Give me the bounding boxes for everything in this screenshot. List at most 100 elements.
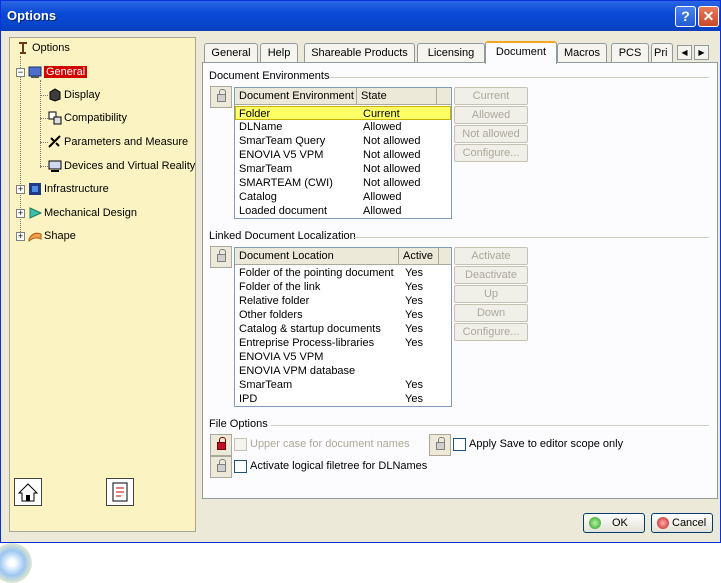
mechanical-expand-icon[interactable]: +: [16, 209, 25, 218]
mechanical-design-icon: [28, 206, 43, 220]
help-button[interactable]: ?: [675, 6, 696, 27]
doc-env-lock-button[interactable]: [210, 86, 232, 108]
cell-state: Current: [363, 108, 400, 120]
cell-location: Catalog & startup documents: [239, 323, 381, 335]
tree-root[interactable]: Options: [16, 40, 70, 56]
tree-settings-icon[interactable]: [106, 478, 134, 506]
not-allowed-button[interactable]: Not allowed: [454, 125, 528, 143]
tree-item-devices[interactable]: Devices and Virtual Reality: [48, 158, 195, 174]
tree-item-parameters[interactable]: Parameters and Measure: [48, 134, 188, 150]
options-root-icon: [16, 41, 30, 55]
upper-case-checkbox[interactable]: [234, 438, 247, 451]
tree-root-label: Options: [32, 42, 70, 54]
tree-item-infrastructure[interactable]: Infrastructure: [28, 181, 109, 197]
tree-item-general[interactable]: General: [28, 64, 88, 80]
tree-home-icon[interactable]: [14, 478, 42, 506]
cell-location: SmarTeam: [239, 379, 293, 391]
configure-env-button[interactable]: Configure...: [454, 144, 528, 162]
tab-pri[interactable]: Pri: [651, 43, 673, 63]
tree-item-mechanical-design[interactable]: Mechanical Design: [28, 205, 137, 221]
tab-general[interactable]: General: [204, 43, 258, 63]
ok-label: OK: [612, 517, 628, 529]
lock-icon: [217, 249, 226, 262]
infrastructure-expand-icon[interactable]: +: [16, 185, 25, 194]
logical-filetree-checkbox[interactable]: [234, 460, 247, 473]
cell-state: Allowed: [363, 191, 402, 203]
col-active[interactable]: Active: [399, 248, 439, 265]
upper-case-lock-button[interactable]: [210, 434, 232, 456]
up-button[interactable]: Up: [454, 285, 528, 303]
col-document-location[interactable]: Document Location: [235, 248, 399, 265]
cancel-icon: [657, 517, 669, 529]
tab-strip: General Help Shareable Products Licensin…: [204, 41, 718, 64]
table-row[interactable]: Loaded document Allowed: [235, 204, 451, 218]
cell-state: Allowed: [363, 205, 402, 217]
configure-loc-button[interactable]: Configure...: [454, 323, 528, 341]
cell-location: Folder of the pointing document: [239, 267, 394, 279]
deactivate-button[interactable]: Deactivate: [454, 266, 528, 284]
cancel-button[interactable]: Cancel: [651, 513, 713, 533]
tree-item-display[interactable]: Display: [48, 87, 100, 103]
table-row[interactable]: Catalog Allowed: [235, 190, 451, 204]
table-row[interactable]: DLName Allowed: [235, 120, 451, 134]
table-row[interactable]: SMARTEAM (CWI) Not allowed: [235, 176, 451, 190]
cell-location: Relative folder: [239, 295, 310, 307]
table-row[interactable]: Entreprise Process-libraries Yes: [235, 336, 451, 350]
table-row[interactable]: Catalog & startup documents Yes: [235, 322, 451, 336]
cell-state: Not allowed: [363, 163, 421, 175]
doc-env-list[interactable]: Document Environment State Folder Curren…: [234, 87, 452, 219]
tab-scroll-left-icon[interactable]: ◀: [677, 45, 692, 60]
allowed-button[interactable]: Allowed: [454, 106, 528, 124]
cell-location: ENOVIA V5 VPM: [239, 351, 324, 363]
table-row[interactable]: Folder Current: [235, 106, 451, 120]
lock-icon: [217, 459, 226, 472]
close-button[interactable]: ✕: [698, 6, 719, 27]
tree-connector: [40, 166, 48, 167]
title-bar[interactable]: Options ? ✕: [1, 1, 720, 31]
parameters-icon: [48, 135, 62, 149]
col-state[interactable]: State: [357, 88, 437, 105]
tab-help[interactable]: Help: [260, 43, 298, 63]
tree-item-devices-label: Devices and Virtual Reality: [64, 160, 196, 172]
table-row[interactable]: Folder of the pointing document Yes: [235, 266, 451, 280]
tab-shareable-products[interactable]: Shareable Products: [304, 43, 415, 63]
cell-state: Not allowed: [363, 135, 421, 147]
table-row[interactable]: SmarTeam Query Not allowed: [235, 134, 451, 148]
linked-loc-list[interactable]: Document Location Active Folder of the p…: [234, 247, 452, 407]
cell-active: Yes: [405, 267, 423, 279]
shape-expand-icon[interactable]: +: [16, 232, 25, 241]
activate-button[interactable]: Activate: [454, 247, 528, 265]
tree-item-compatibility[interactable]: Compatibility: [48, 110, 127, 126]
tree-item-shape[interactable]: Shape: [28, 228, 76, 244]
tree-item-parameters-label: Parameters and Measure: [64, 136, 189, 148]
table-row[interactable]: ENOVIA VPM database: [235, 364, 451, 378]
cell-active: Yes: [405, 281, 423, 293]
down-button[interactable]: Down: [454, 304, 528, 322]
ok-button[interactable]: OK: [583, 513, 645, 533]
table-row[interactable]: Relative folder Yes: [235, 294, 451, 308]
table-row[interactable]: ENOVIA V5 VPM: [235, 350, 451, 364]
general-collapse-icon[interactable]: −: [16, 68, 25, 77]
table-row[interactable]: SmarTeam Not allowed: [235, 162, 451, 176]
logical-filetree-lock-button[interactable]: [210, 456, 232, 478]
table-row[interactable]: Folder of the link Yes: [235, 280, 451, 294]
tab-scroll-right-icon[interactable]: ▶: [694, 45, 709, 60]
tab-document[interactable]: Document: [485, 41, 557, 64]
table-row[interactable]: IPD Yes: [235, 392, 451, 406]
table-row[interactable]: Other folders Yes: [235, 308, 451, 322]
linked-loc-group-title: Linked Document Localization: [209, 230, 356, 242]
table-row[interactable]: SmarTeam Yes: [235, 378, 451, 392]
tab-pcs[interactable]: PCS: [611, 43, 649, 63]
tab-licensing[interactable]: Licensing: [417, 43, 485, 63]
tab-macros[interactable]: Macros: [557, 43, 607, 63]
apply-save-checkbox[interactable]: [453, 438, 466, 451]
apply-save-label: Apply Save to editor scope only: [469, 438, 624, 450]
cell-active: Yes: [405, 295, 423, 307]
current-button[interactable]: Current: [454, 87, 528, 105]
infrastructure-icon: [28, 182, 42, 196]
apply-save-lock-button[interactable]: [429, 434, 451, 456]
table-row[interactable]: ENOVIA V5 VPM Not allowed: [235, 148, 451, 162]
doc-env-list-header: Document Environment State: [235, 88, 451, 105]
linked-loc-lock-button[interactable]: [210, 246, 232, 268]
col-document-environment[interactable]: Document Environment: [235, 88, 357, 105]
